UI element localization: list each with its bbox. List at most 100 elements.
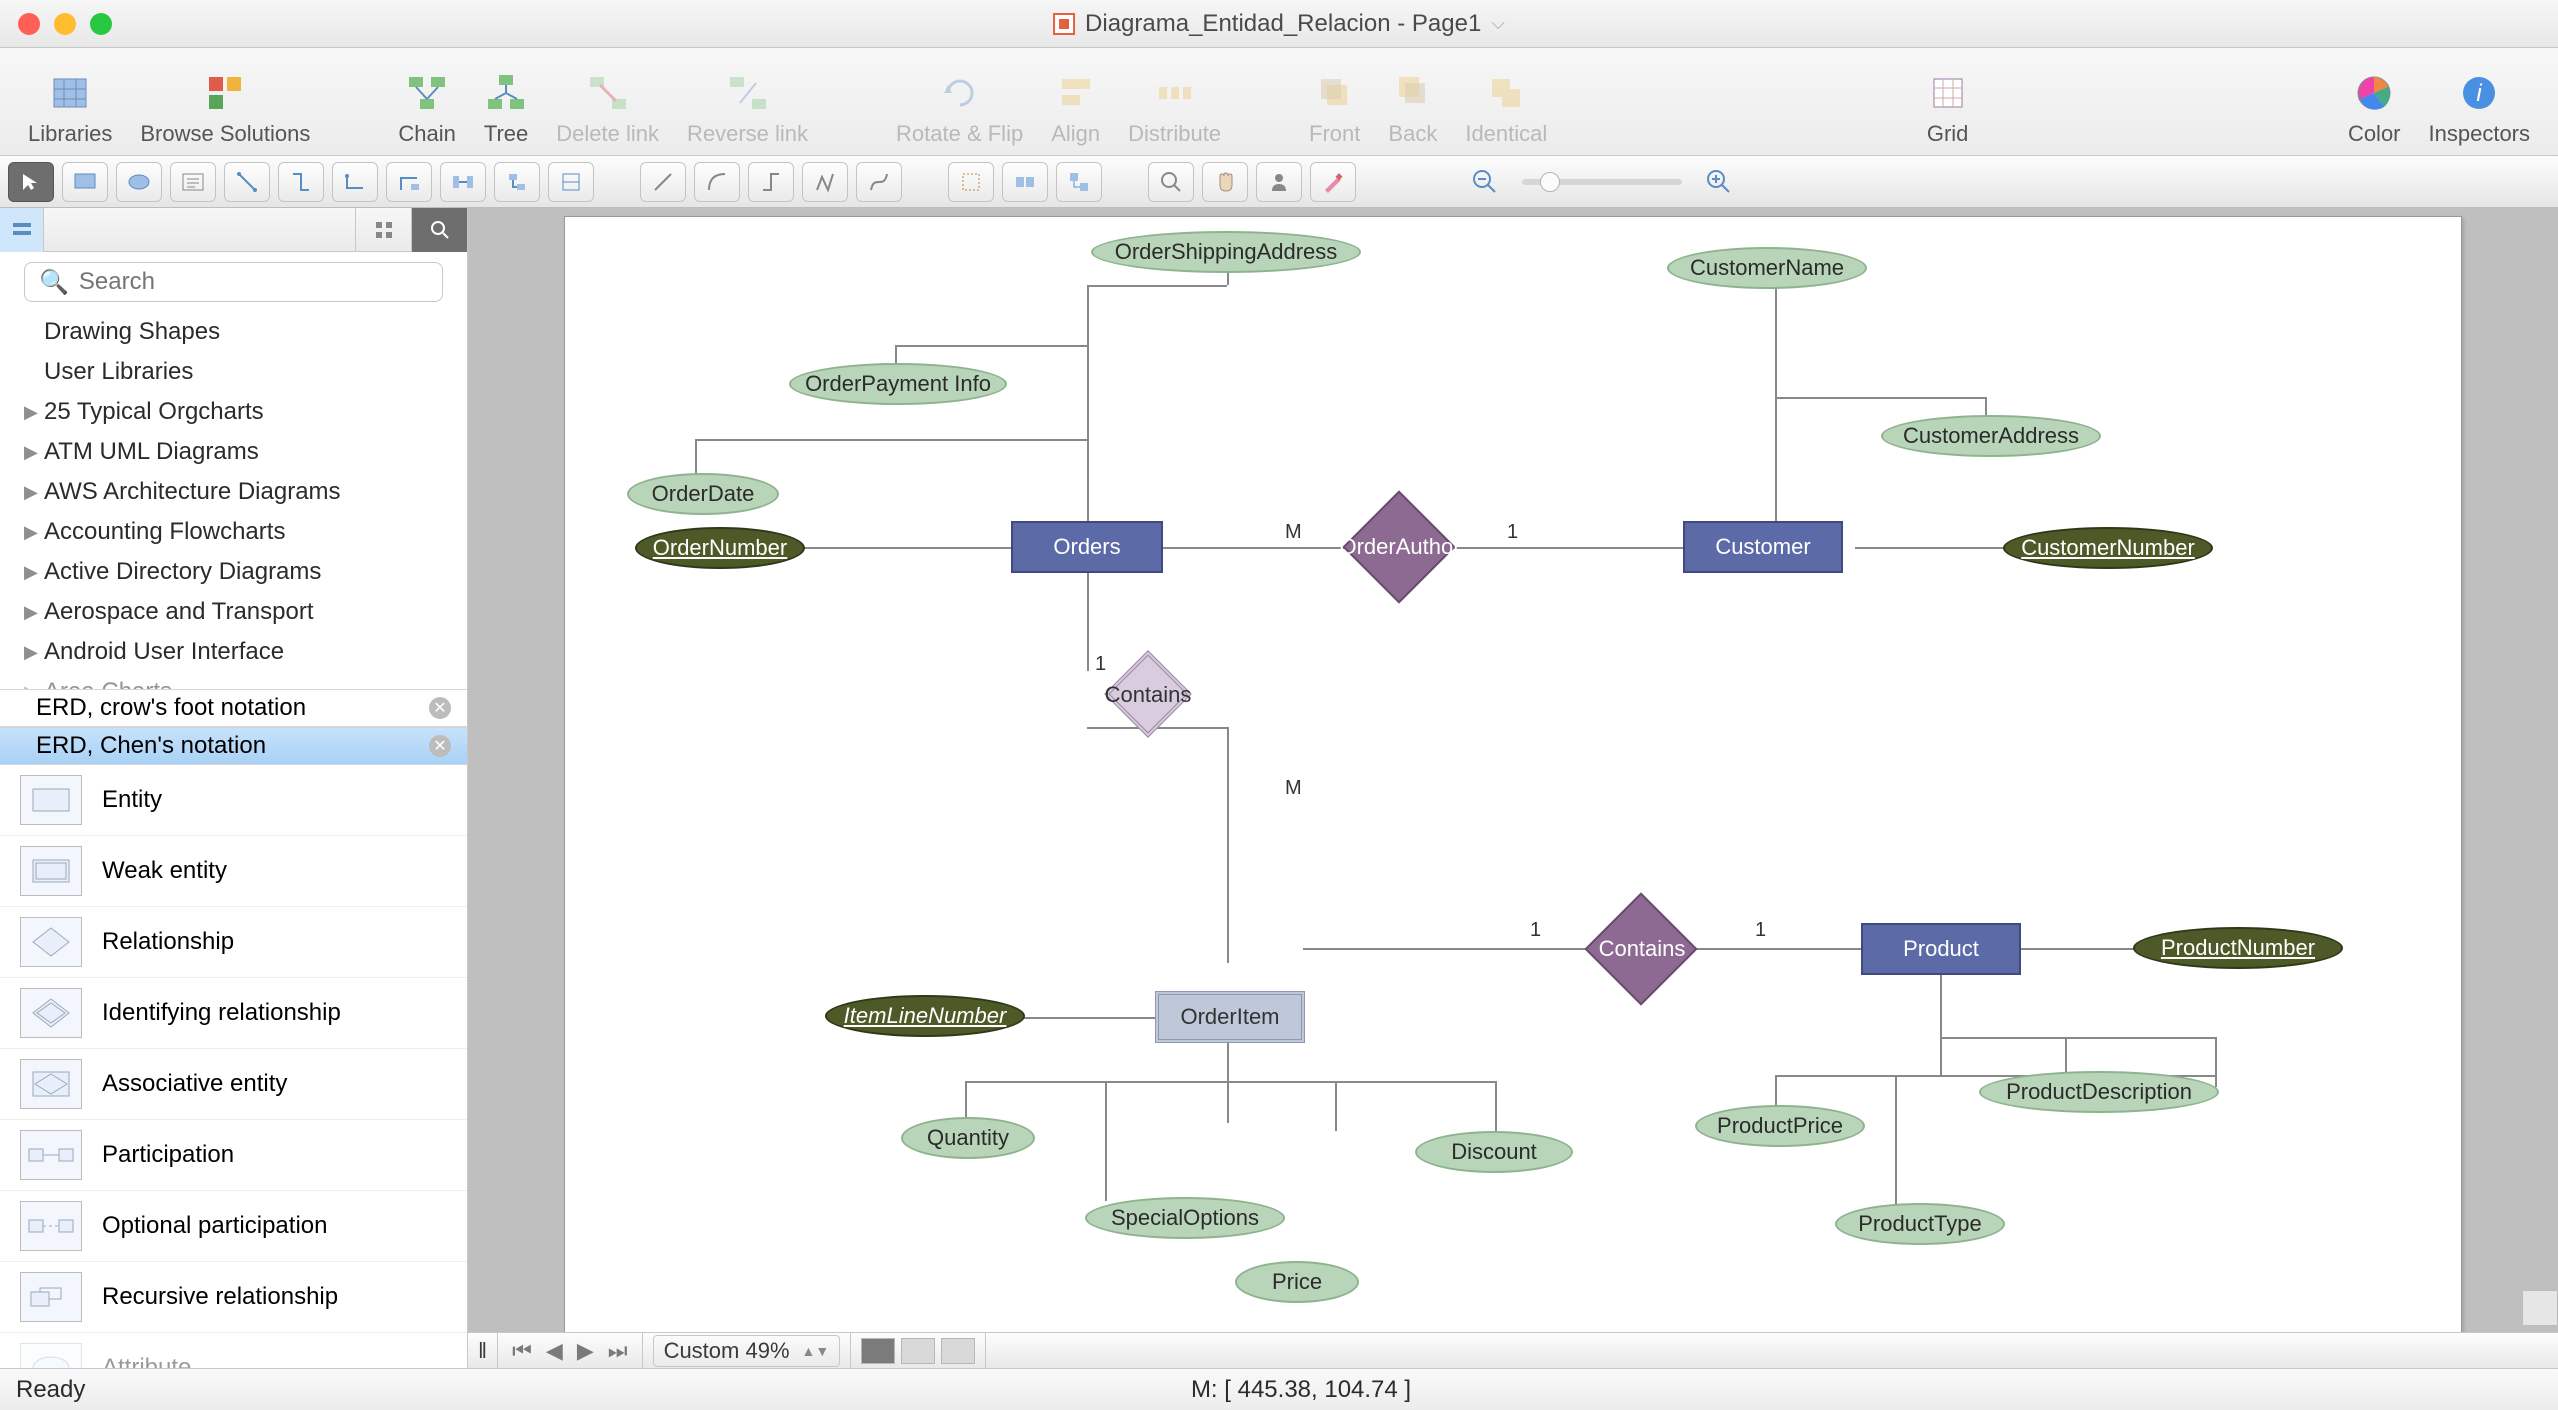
entity-customer[interactable]: Customer bbox=[1683, 521, 1843, 573]
align-button[interactable]: Align bbox=[1037, 71, 1114, 147]
page-tab-2[interactable] bbox=[901, 1338, 935, 1364]
snap-2-button[interactable] bbox=[1002, 162, 1048, 202]
zoom-slider-knob[interactable] bbox=[1540, 172, 1560, 192]
lib-aerospace[interactable]: ▶Aerospace and Transport bbox=[0, 592, 467, 632]
lib-drawing-shapes[interactable]: Drawing Shapes bbox=[0, 312, 467, 352]
shape-entity[interactable]: Entity bbox=[0, 765, 467, 836]
ellipse-tool-button[interactable] bbox=[116, 162, 162, 202]
close-stencil-crowsfoot[interactable]: ✕ bbox=[429, 697, 451, 719]
zoom-window-button[interactable] bbox=[90, 13, 112, 35]
attr-producttype[interactable]: ProductType bbox=[1835, 1203, 2005, 1245]
libraries-button[interactable]: Libraries bbox=[14, 71, 126, 147]
attr-productnumber[interactable]: ProductNumber bbox=[2133, 927, 2343, 969]
attr-ordershipping[interactable]: OrderShippingAddress bbox=[1091, 231, 1361, 273]
lib-aws[interactable]: ▶AWS Architecture Diagrams bbox=[0, 472, 467, 512]
shape-attribute[interactable]: Attribute bbox=[0, 1333, 467, 1368]
rel-orderauthor[interactable]: OrderAuthor bbox=[1315, 505, 1485, 589]
reverse-link-button[interactable]: Reverse link bbox=[673, 71, 822, 147]
rel-contains-1[interactable]: Contains bbox=[1063, 663, 1233, 727]
pan-tool-button[interactable] bbox=[1202, 162, 1248, 202]
entity-orderitem[interactable]: OrderItem bbox=[1155, 991, 1305, 1043]
attr-ordernumber[interactable]: OrderNumber bbox=[635, 527, 805, 569]
tree-button[interactable]: Tree bbox=[470, 71, 542, 147]
front-button[interactable]: Front bbox=[1295, 71, 1374, 147]
shape-recursive-relationship[interactable]: Recursive relationship bbox=[0, 1262, 467, 1333]
page-next-button[interactable]: ▶ bbox=[573, 1338, 598, 1364]
attr-orderpayment[interactable]: OrderPayment Info bbox=[789, 363, 1007, 405]
chain-button[interactable]: Chain bbox=[384, 71, 469, 147]
attr-productprice[interactable]: ProductPrice bbox=[1695, 1105, 1865, 1147]
text-tool-button[interactable] bbox=[170, 162, 216, 202]
lib-ad[interactable]: ▶Active Directory Diagrams bbox=[0, 552, 467, 592]
attr-itemlinenumber[interactable]: ItemLineNumber bbox=[825, 995, 1025, 1037]
page-tab-1[interactable] bbox=[861, 1338, 895, 1364]
pen-tool-button[interactable] bbox=[1310, 162, 1356, 202]
back-button[interactable]: Back bbox=[1374, 71, 1451, 147]
attr-customernumber[interactable]: CustomerNumber bbox=[2003, 527, 2213, 569]
stencil-tab-chens[interactable]: ERD, Chen's notation✕ bbox=[0, 727, 467, 765]
person-tool-button[interactable] bbox=[1256, 162, 1302, 202]
line-straight-button[interactable] bbox=[640, 162, 686, 202]
attr-orderdate[interactable]: OrderDate bbox=[627, 473, 779, 515]
zoom-slider[interactable] bbox=[1522, 179, 1682, 185]
zoom-in-button[interactable] bbox=[1696, 162, 1742, 202]
lib-user-libraries[interactable]: User Libraries bbox=[0, 352, 467, 392]
lib-accounting[interactable]: ▶Accounting Flowcharts bbox=[0, 512, 467, 552]
connector-5-button[interactable] bbox=[440, 162, 486, 202]
shape-associative-entity[interactable]: Associative entity bbox=[0, 1049, 467, 1120]
diagram-page[interactable]: M 1 1 M 1 1 Orders Customer Product Orde… bbox=[564, 216, 2462, 1344]
zoom-tool-button[interactable] bbox=[1148, 162, 1194, 202]
connector-7-button[interactable] bbox=[548, 162, 594, 202]
attr-specialoptions[interactable]: SpecialOptions bbox=[1085, 1197, 1285, 1239]
zoom-out-button[interactable] bbox=[1462, 162, 1508, 202]
shape-participation[interactable]: Participation bbox=[0, 1120, 467, 1191]
snap-1-button[interactable] bbox=[948, 162, 994, 202]
stencil-tab-crowsfoot[interactable]: ERD, crow's foot notation✕ bbox=[0, 689, 467, 727]
grid-button[interactable]: Grid bbox=[1912, 71, 1984, 147]
connector-1-button[interactable] bbox=[224, 162, 270, 202]
connector-2-button[interactable] bbox=[278, 162, 324, 202]
rotate-flip-button[interactable]: Rotate & Flip bbox=[882, 71, 1037, 147]
shape-relationship[interactable]: Relationship bbox=[0, 907, 467, 978]
lib-25-org[interactable]: ▶25 Typical Orgcharts bbox=[0, 392, 467, 432]
connector-4-button[interactable] bbox=[386, 162, 432, 202]
entity-orders[interactable]: Orders bbox=[1011, 521, 1163, 573]
attr-quantity[interactable]: Quantity bbox=[901, 1117, 1035, 1159]
line-curve-button[interactable] bbox=[694, 162, 740, 202]
delete-link-button[interactable]: Delete link bbox=[542, 71, 673, 147]
lib-atm-uml[interactable]: ▶ATM UML Diagrams bbox=[0, 432, 467, 472]
browse-solutions-button[interactable]: Browse Solutions bbox=[126, 71, 324, 147]
entity-product[interactable]: Product bbox=[1861, 923, 2021, 975]
zoom-select[interactable]: Custom 49%▲▼ bbox=[653, 1335, 841, 1367]
document-title[interactable]: Diagrama_Entidad_Relacion - Page1 ⌵ bbox=[1053, 10, 1505, 38]
lib-android[interactable]: ▶Android User Interface bbox=[0, 632, 467, 672]
shape-weak-entity[interactable]: Weak entity bbox=[0, 836, 467, 907]
search-input[interactable] bbox=[79, 268, 428, 296]
minimize-window-button[interactable] bbox=[54, 13, 76, 35]
shape-optional-participation[interactable]: Optional participation bbox=[0, 1191, 467, 1262]
snap-3-button[interactable] bbox=[1056, 162, 1102, 202]
connector-3-button[interactable] bbox=[332, 162, 378, 202]
distribute-button[interactable]: Distribute bbox=[1114, 71, 1235, 147]
selection-tool-button[interactable] bbox=[8, 162, 54, 202]
search-toggle-button[interactable] bbox=[411, 208, 467, 252]
panel-collapse-button[interactable]: ‖ bbox=[468, 1333, 498, 1368]
identical-button[interactable]: Identical bbox=[1451, 71, 1561, 147]
connector-6-button[interactable] bbox=[494, 162, 540, 202]
attr-productdescription[interactable]: ProductDescription bbox=[1979, 1071, 2219, 1113]
page-prev-button[interactable]: ◀ bbox=[542, 1338, 567, 1364]
canvas-area[interactable]: M 1 1 M 1 1 Orders Customer Product Orde… bbox=[468, 208, 2558, 1368]
color-button[interactable]: Color bbox=[2334, 71, 2415, 147]
lib-area-charts[interactable]: ▶Area Charts bbox=[0, 672, 467, 689]
minimap-toggle[interactable] bbox=[2522, 1290, 2558, 1326]
attr-customeraddress[interactable]: CustomerAddress bbox=[1881, 415, 2101, 457]
line-spline-button[interactable] bbox=[856, 162, 902, 202]
close-window-button[interactable] bbox=[18, 13, 40, 35]
rel-contains-2[interactable]: Contains bbox=[1557, 907, 1727, 991]
sidebar-toggle-button[interactable] bbox=[0, 208, 44, 252]
attr-price[interactable]: Price bbox=[1235, 1261, 1359, 1303]
attr-customername[interactable]: CustomerName bbox=[1667, 247, 1867, 289]
line-step-button[interactable] bbox=[748, 162, 794, 202]
page-last-button[interactable]: ⏭ bbox=[604, 1338, 632, 1364]
line-zigzag-button[interactable] bbox=[802, 162, 848, 202]
